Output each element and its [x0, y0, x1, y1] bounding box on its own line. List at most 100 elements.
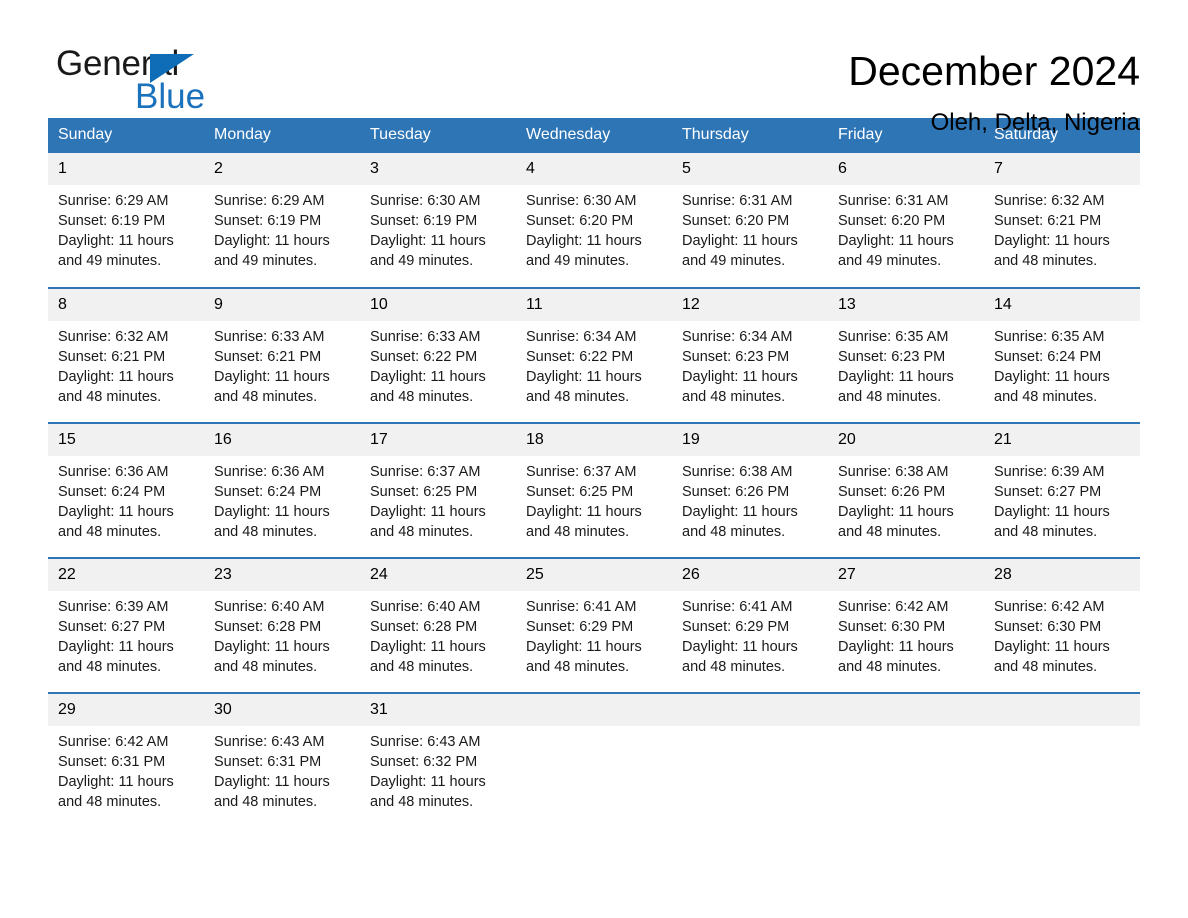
- day-number: [672, 694, 828, 726]
- calendar-week-row: 8 Sunrise: 6:32 AM Sunset: 6:21 PM Dayli…: [48, 287, 1140, 423]
- daylight-text-line2: and 48 minutes.: [214, 794, 318, 810]
- day-cell-empty: [984, 692, 1140, 828]
- sunrise-text: Sunrise: 6:34 AM: [682, 329, 793, 345]
- day-details: Sunrise: 6:42 AM Sunset: 6:30 PM Dayligh…: [828, 591, 984, 677]
- day-number: 16: [204, 424, 360, 456]
- day-cell[interactable]: 24 Sunrise: 6:40 AM Sunset: 6:28 PM Dayl…: [360, 557, 516, 693]
- daylight-text-line1: Daylight: 11 hours: [994, 639, 1110, 655]
- daylight-text-line2: and 48 minutes.: [370, 389, 474, 405]
- sunrise-text: Sunrise: 6:32 AM: [58, 329, 169, 345]
- daylight-text-line2: and 48 minutes.: [994, 524, 1098, 540]
- daylight-text-line2: and 48 minutes.: [526, 659, 630, 675]
- sunrise-text: Sunrise: 6:42 AM: [994, 599, 1105, 615]
- day-number: 18: [516, 424, 672, 456]
- day-cell[interactable]: 18 Sunrise: 6:37 AM Sunset: 6:25 PM Dayl…: [516, 422, 672, 558]
- general-blue-logo[interactable]: General Blue: [56, 44, 316, 118]
- daylight-text-line2: and 49 minutes.: [838, 253, 942, 269]
- day-cell[interactable]: 5 Sunrise: 6:31 AM Sunset: 6:20 PM Dayli…: [672, 153, 828, 288]
- daylight-text-line2: and 48 minutes.: [370, 659, 474, 675]
- sunrise-text: Sunrise: 6:33 AM: [370, 329, 481, 345]
- day-number: 4: [516, 153, 672, 185]
- day-cell[interactable]: 1 Sunrise: 6:29 AM Sunset: 6:19 PM Dayli…: [48, 153, 204, 288]
- day-cell[interactable]: 3 Sunrise: 6:30 AM Sunset: 6:19 PM Dayli…: [360, 153, 516, 288]
- day-cell[interactable]: 9 Sunrise: 6:33 AM Sunset: 6:21 PM Dayli…: [204, 287, 360, 423]
- sunset-text: Sunset: 6:20 PM: [838, 213, 946, 229]
- sunrise-text: Sunrise: 6:37 AM: [526, 464, 637, 480]
- day-cell[interactable]: 17 Sunrise: 6:37 AM Sunset: 6:25 PM Dayl…: [360, 422, 516, 558]
- daylight-text-line1: Daylight: 11 hours: [370, 504, 486, 520]
- daylight-text-line2: and 49 minutes.: [214, 253, 318, 269]
- sunset-text: Sunset: 6:30 PM: [838, 619, 946, 635]
- daylight-text-line1: Daylight: 11 hours: [682, 504, 798, 520]
- day-cell[interactable]: 4 Sunrise: 6:30 AM Sunset: 6:20 PM Dayli…: [516, 153, 672, 288]
- sunset-text: Sunset: 6:22 PM: [370, 349, 478, 365]
- day-number: 14: [984, 289, 1140, 321]
- day-cell[interactable]: 19 Sunrise: 6:38 AM Sunset: 6:26 PM Dayl…: [672, 422, 828, 558]
- day-cell[interactable]: 23 Sunrise: 6:40 AM Sunset: 6:28 PM Dayl…: [204, 557, 360, 693]
- daylight-text-line1: Daylight: 11 hours: [682, 233, 798, 249]
- day-number: 2: [204, 153, 360, 185]
- daylight-text-line2: and 48 minutes.: [682, 524, 786, 540]
- sunset-text: Sunset: 6:24 PM: [214, 484, 322, 500]
- day-details: Sunrise: 6:31 AM Sunset: 6:20 PM Dayligh…: [828, 185, 984, 271]
- sunrise-text: Sunrise: 6:34 AM: [526, 329, 637, 345]
- day-cell[interactable]: 29 Sunrise: 6:42 AM Sunset: 6:31 PM Dayl…: [48, 692, 204, 828]
- day-cell[interactable]: 20 Sunrise: 6:38 AM Sunset: 6:26 PM Dayl…: [828, 422, 984, 558]
- daylight-text-line2: and 48 minutes.: [370, 524, 474, 540]
- daylight-text-line1: Daylight: 11 hours: [526, 233, 642, 249]
- day-details: Sunrise: 6:41 AM Sunset: 6:29 PM Dayligh…: [672, 591, 828, 677]
- day-cell[interactable]: 31 Sunrise: 6:43 AM Sunset: 6:32 PM Dayl…: [360, 692, 516, 828]
- day-cell[interactable]: 15 Sunrise: 6:36 AM Sunset: 6:24 PM Dayl…: [48, 422, 204, 558]
- day-cell[interactable]: 28 Sunrise: 6:42 AM Sunset: 6:30 PM Dayl…: [984, 557, 1140, 693]
- day-cell[interactable]: 16 Sunrise: 6:36 AM Sunset: 6:24 PM Dayl…: [204, 422, 360, 558]
- day-cell[interactable]: 11 Sunrise: 6:34 AM Sunset: 6:22 PM Dayl…: [516, 287, 672, 423]
- day-details: Sunrise: 6:32 AM Sunset: 6:21 PM Dayligh…: [48, 321, 204, 407]
- sunset-text: Sunset: 6:28 PM: [214, 619, 322, 635]
- day-number: 28: [984, 559, 1140, 591]
- daylight-text-line1: Daylight: 11 hours: [838, 233, 954, 249]
- day-cell[interactable]: 6 Sunrise: 6:31 AM Sunset: 6:20 PM Dayli…: [828, 153, 984, 288]
- day-cell[interactable]: 8 Sunrise: 6:32 AM Sunset: 6:21 PM Dayli…: [48, 287, 204, 423]
- daylight-text-line1: Daylight: 11 hours: [682, 639, 798, 655]
- day-details: Sunrise: 6:42 AM Sunset: 6:31 PM Dayligh…: [48, 726, 204, 812]
- daylight-text-line1: Daylight: 11 hours: [370, 774, 486, 790]
- sunrise-text: Sunrise: 6:35 AM: [838, 329, 949, 345]
- day-cell[interactable]: 22 Sunrise: 6:39 AM Sunset: 6:27 PM Dayl…: [48, 557, 204, 693]
- sunrise-text: Sunrise: 6:43 AM: [214, 734, 325, 750]
- weekday-header-sunday: Sunday: [48, 118, 204, 153]
- day-cell[interactable]: 10 Sunrise: 6:33 AM Sunset: 6:22 PM Dayl…: [360, 287, 516, 423]
- page-title: December 2024: [848, 48, 1140, 94]
- day-number: 21: [984, 424, 1140, 456]
- daylight-text-line1: Daylight: 11 hours: [58, 639, 174, 655]
- day-details: [516, 726, 672, 732]
- daylight-text-line2: and 48 minutes.: [58, 389, 162, 405]
- day-cell[interactable]: 21 Sunrise: 6:39 AM Sunset: 6:27 PM Dayl…: [984, 422, 1140, 558]
- sunset-text: Sunset: 6:29 PM: [526, 619, 634, 635]
- day-cell[interactable]: 26 Sunrise: 6:41 AM Sunset: 6:29 PM Dayl…: [672, 557, 828, 693]
- day-details: Sunrise: 6:35 AM Sunset: 6:24 PM Dayligh…: [984, 321, 1140, 407]
- brand-name-blue: Blue: [135, 77, 206, 116]
- day-cell[interactable]: 7 Sunrise: 6:32 AM Sunset: 6:21 PM Dayli…: [984, 153, 1140, 288]
- day-cell[interactable]: 14 Sunrise: 6:35 AM Sunset: 6:24 PM Dayl…: [984, 287, 1140, 423]
- day-cell[interactable]: 25 Sunrise: 6:41 AM Sunset: 6:29 PM Dayl…: [516, 557, 672, 693]
- day-number: 17: [360, 424, 516, 456]
- daylight-text-line1: Daylight: 11 hours: [526, 639, 642, 655]
- day-details: Sunrise: 6:40 AM Sunset: 6:28 PM Dayligh…: [360, 591, 516, 677]
- sunrise-text: Sunrise: 6:41 AM: [682, 599, 793, 615]
- day-cell-empty: [828, 692, 984, 828]
- day-cell[interactable]: 30 Sunrise: 6:43 AM Sunset: 6:31 PM Dayl…: [204, 692, 360, 828]
- sunrise-text: Sunrise: 6:38 AM: [838, 464, 949, 480]
- day-cell[interactable]: 13 Sunrise: 6:35 AM Sunset: 6:23 PM Dayl…: [828, 287, 984, 423]
- daylight-text-line1: Daylight: 11 hours: [214, 774, 330, 790]
- day-cell-empty: [516, 692, 672, 828]
- day-number: [828, 694, 984, 726]
- day-cell[interactable]: 12 Sunrise: 6:34 AM Sunset: 6:23 PM Dayl…: [672, 287, 828, 423]
- day-cell[interactable]: 27 Sunrise: 6:42 AM Sunset: 6:30 PM Dayl…: [828, 557, 984, 693]
- sunset-text: Sunset: 6:24 PM: [58, 484, 166, 500]
- day-cell[interactable]: 2 Sunrise: 6:29 AM Sunset: 6:19 PM Dayli…: [204, 153, 360, 288]
- sunrise-text: Sunrise: 6:42 AM: [58, 734, 169, 750]
- page-masthead: General Blue December 2024 Oleh, Delta, …: [0, 0, 1188, 136]
- day-number: 22: [48, 559, 204, 591]
- sunrise-text: Sunrise: 6:29 AM: [214, 193, 325, 209]
- day-details: Sunrise: 6:33 AM Sunset: 6:22 PM Dayligh…: [360, 321, 516, 407]
